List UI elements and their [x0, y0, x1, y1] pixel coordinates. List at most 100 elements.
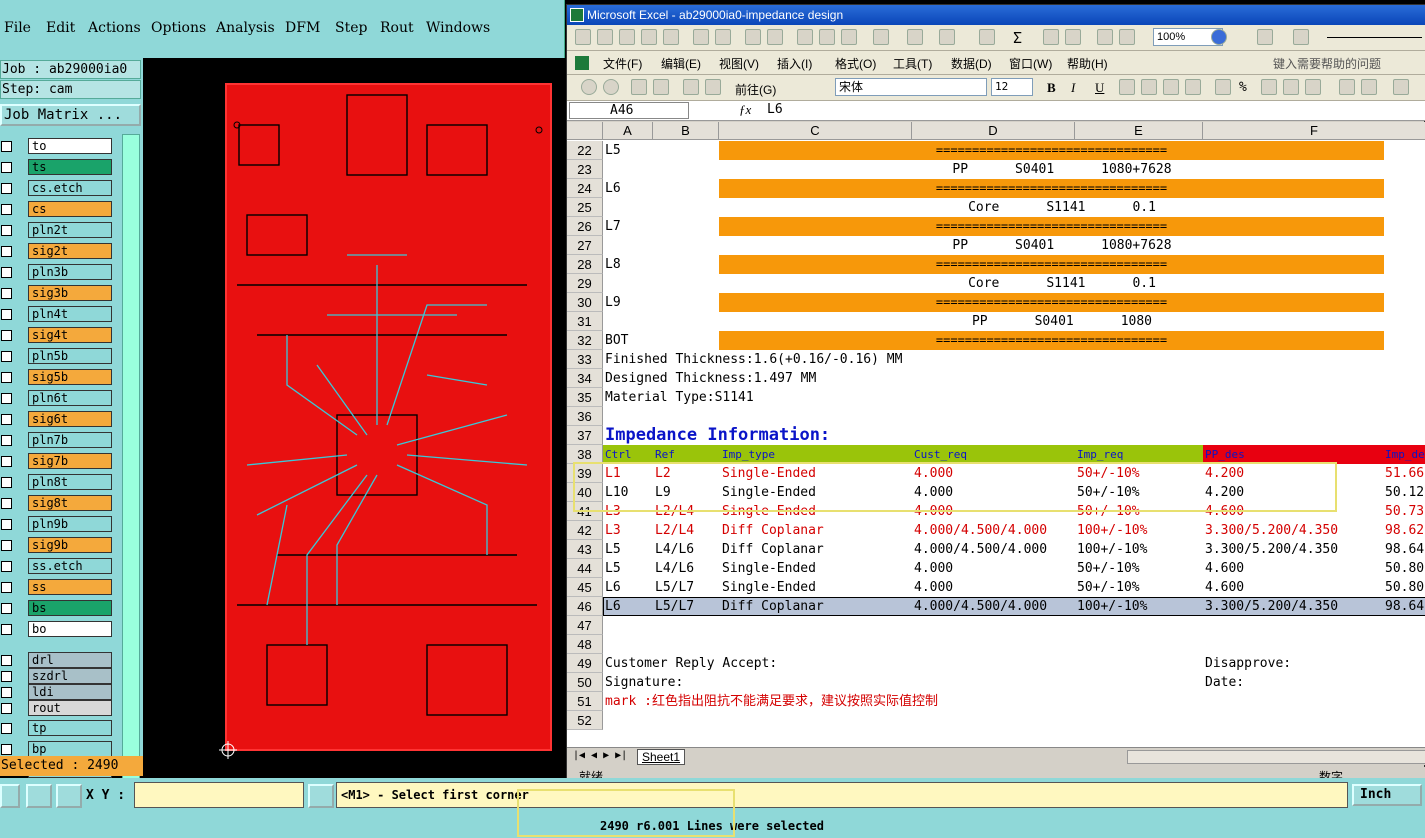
- search-web-icon[interactable]: [705, 79, 721, 95]
- row-header[interactable]: 26: [567, 217, 603, 236]
- imp-cell[interactable]: 4.600: [1205, 578, 1244, 597]
- layer-row-pln4t[interactable]: pln4t: [0, 306, 120, 323]
- layer-row-cs-etch[interactable]: cs.etch: [0, 180, 120, 197]
- layer-checkbox[interactable]: [1, 561, 12, 572]
- layer-checkbox[interactable]: [1, 267, 12, 278]
- increase-indent-icon[interactable]: [1361, 79, 1377, 95]
- hyperlink-icon[interactable]: [979, 29, 995, 45]
- layer-checkbox[interactable]: [1, 435, 12, 446]
- layer-row-ts[interactable]: ts: [0, 159, 120, 176]
- imp-cell[interactable]: 98.64: [1385, 597, 1424, 616]
- layer-name[interactable]: sig3b: [28, 285, 112, 301]
- imp-cell[interactable]: 50.73: [1385, 502, 1424, 521]
- layer-row-sig4t[interactable]: sig4t: [0, 327, 120, 344]
- stackup-cell[interactable]: PP S0401 1080: [912, 312, 1212, 331]
- spelling-icon[interactable]: [745, 29, 761, 45]
- imp-cell[interactable]: 50.80: [1385, 559, 1424, 578]
- layer-checkbox[interactable]: [1, 477, 12, 488]
- layer-checkbox[interactable]: [1, 288, 12, 299]
- imp-cell[interactable]: 4.000/4.500/4.000: [914, 597, 1047, 616]
- menu-dfm[interactable]: DFM: [285, 20, 320, 36]
- layer-checkbox[interactable]: [1, 603, 12, 614]
- corner-select-all[interactable]: [567, 122, 603, 140]
- imp-cell[interactable]: L5/L7: [655, 597, 694, 616]
- imp-cell[interactable]: Single-Ended: [722, 578, 816, 597]
- layer-checkbox[interactable]: [1, 330, 12, 341]
- layer-name[interactable]: sig9b: [28, 537, 112, 553]
- pcb-board[interactable]: [225, 83, 552, 751]
- layer-row-pln7b[interactable]: pln7b: [0, 432, 120, 449]
- row-header[interactable]: 52: [567, 711, 603, 730]
- layer-name[interactable]: sig2t: [28, 243, 112, 259]
- row-header[interactable]: 37: [567, 426, 603, 445]
- units-select[interactable]: Inch: [1352, 784, 1422, 806]
- autosum-icon[interactable]: Σ: [1013, 29, 1022, 47]
- layer-row-sig2t[interactable]: sig2t: [0, 243, 120, 260]
- imp-cell[interactable]: 50+/-10%: [1077, 578, 1140, 597]
- layer-row-drl[interactable]: drl: [0, 652, 120, 669]
- layer-name[interactable]: cs.etch: [28, 180, 112, 196]
- layer-row-cs[interactable]: cs: [0, 201, 120, 218]
- row-header[interactable]: 35: [567, 388, 603, 407]
- layer-name[interactable]: bo: [28, 621, 112, 637]
- cell-a[interactable]: Designed Thickness:1.497 MM: [605, 369, 816, 388]
- cell-a[interactable]: L6: [605, 179, 621, 198]
- currency-icon[interactable]: [1215, 79, 1231, 95]
- layer-checkbox[interactable]: [1, 225, 12, 236]
- layer-name[interactable]: bp: [28, 741, 112, 757]
- imp-cell[interactable]: 100+/-10%: [1077, 521, 1147, 540]
- layer-checkbox[interactable]: [1, 540, 12, 551]
- layer-checkbox[interactable]: [1, 519, 12, 530]
- imp-cell[interactable]: 50+/-10%: [1077, 559, 1140, 578]
- imp-cell[interactable]: L5/L7: [655, 578, 694, 597]
- print-preview-icon[interactable]: [715, 29, 731, 45]
- cell-a[interactable]: L9: [605, 293, 621, 312]
- row-header[interactable]: 22: [567, 141, 603, 160]
- col-header-b[interactable]: B: [653, 122, 719, 140]
- layer-name[interactable]: sig8t: [28, 495, 112, 511]
- stop-icon[interactable]: [631, 79, 647, 95]
- layer-name[interactable]: ldi: [28, 684, 112, 700]
- imp-cell[interactable]: 98.64: [1385, 540, 1424, 559]
- xy-input[interactable]: [134, 782, 304, 808]
- layer-row-sig9b[interactable]: sig9b: [0, 537, 120, 554]
- imp-cell[interactable]: L5: [605, 540, 621, 559]
- layer-checkbox[interactable]: [1, 582, 12, 593]
- imp-cell[interactable]: 4.600: [1205, 559, 1244, 578]
- imp-cell[interactable]: 3.300/5.200/4.350: [1205, 540, 1338, 559]
- cell-a[interactable]: mark :红色指出阻抗不能满足要求，建议按照实际值控制: [605, 692, 938, 711]
- menu-analysis[interactable]: Analysis: [216, 20, 275, 36]
- layer-name[interactable]: pln5b: [28, 348, 112, 364]
- layer-checkbox[interactable]: [1, 162, 12, 173]
- formula-input[interactable]: L6: [767, 102, 783, 117]
- save-icon[interactable]: [619, 29, 635, 45]
- cell-a[interactable]: L5: [605, 141, 621, 160]
- layer-row-pln3b[interactable]: pln3b: [0, 264, 120, 281]
- imp-cell[interactable]: 51.66: [1385, 464, 1424, 483]
- layer-name[interactable]: szdrl: [28, 668, 112, 684]
- layer-checkbox[interactable]: [1, 393, 12, 404]
- menu-windows[interactable]: Windows: [426, 20, 490, 36]
- col-header-e[interactable]: E: [1075, 122, 1203, 140]
- row-header[interactable]: 33: [567, 350, 603, 369]
- col-header-c[interactable]: C: [719, 122, 912, 140]
- layer-name[interactable]: ts: [28, 159, 112, 175]
- go-to-dropdown[interactable]: 前往(G): [735, 81, 776, 98]
- layer-name[interactable]: pln2t: [28, 222, 112, 238]
- layer-name[interactable]: sig7b: [28, 453, 112, 469]
- row-header[interactable]: 42: [567, 521, 603, 540]
- menu-rout[interactable]: Rout: [380, 20, 414, 36]
- layer-row-pln9b[interactable]: pln9b: [0, 516, 120, 533]
- permission-icon[interactable]: [641, 29, 657, 45]
- percent-button[interactable]: %: [1239, 80, 1247, 95]
- cell-a[interactable]: Finished Thickness:1.6(+0.16/-0.16) MM: [605, 350, 902, 369]
- layer-name[interactable]: bs: [28, 600, 112, 616]
- layer-checkbox[interactable]: [1, 204, 12, 215]
- cell-a[interactable]: Signature:: [605, 673, 683, 692]
- increase-decimal-icon[interactable]: [1283, 79, 1299, 95]
- row-header[interactable]: 34: [567, 369, 603, 388]
- cell-a[interactable]: L7: [605, 217, 621, 236]
- row-header[interactable]: 44: [567, 559, 603, 578]
- layer-name[interactable]: pln3b: [28, 264, 112, 280]
- layer-checkbox[interactable]: [1, 655, 12, 666]
